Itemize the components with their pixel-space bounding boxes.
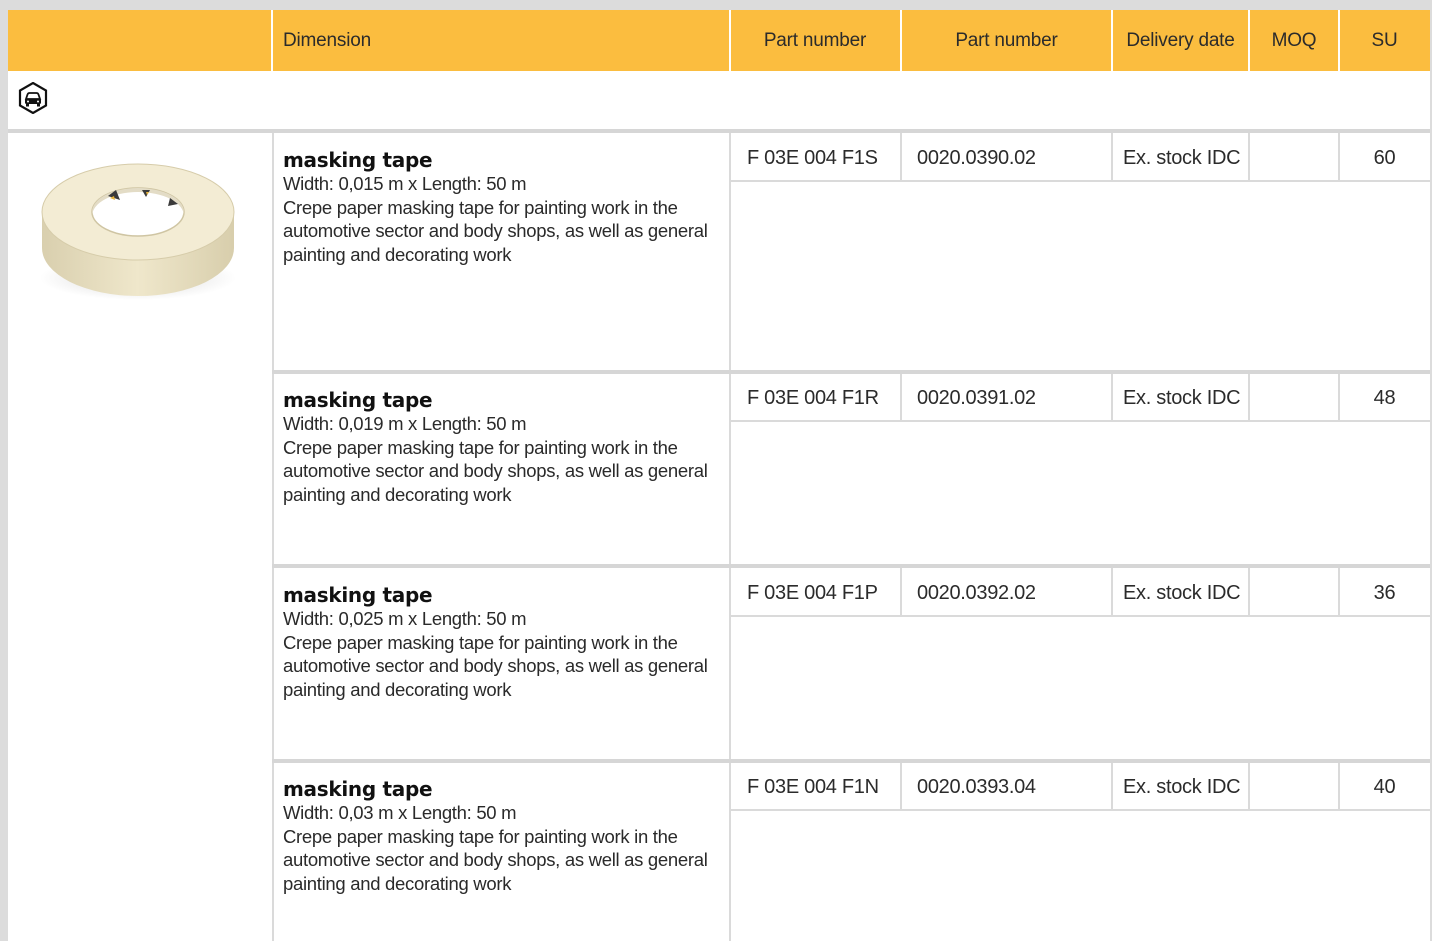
part-number-cell: 0020.0390.02	[917, 146, 1036, 169]
product-description: masking tape Width: 0,025 m x Length: 50…	[283, 583, 723, 701]
row-divider	[8, 129, 1430, 133]
product-details: Crepe paper masking tape for painting wo…	[283, 631, 708, 700]
header-divider	[271, 10, 273, 71]
product-name: masking tape	[283, 777, 433, 801]
su-cell: 60	[1373, 146, 1396, 169]
column-divider	[900, 374, 902, 421]
part-number-cell: 0020.0391.02	[917, 386, 1036, 409]
header-divider	[1248, 10, 1250, 71]
product-description: masking tape Width: 0,015 m x Length: 50…	[283, 148, 723, 266]
moq-cell	[1249, 763, 1339, 811]
column-divider	[1111, 568, 1113, 616]
moq-cell	[1249, 569, 1339, 617]
product-name: masking tape	[283, 388, 433, 412]
product-name: masking tape	[283, 583, 433, 607]
delivery-date-cell: Ex. stock IDC	[1123, 581, 1241, 604]
product-dimension: Width: 0,03 m x Length: 50 m	[283, 802, 517, 823]
header-su: SU	[1371, 29, 1398, 51]
row-divider	[272, 564, 1430, 568]
product-description: masking tape Width: 0,019 m x Length: 50…	[283, 388, 723, 506]
header-moq: MOQ	[1271, 29, 1317, 51]
category-row	[8, 71, 1430, 129]
product-details: Crepe paper masking tape for painting wo…	[283, 196, 708, 265]
column-divider	[729, 133, 731, 941]
delivery-date-cell: Ex. stock IDC	[1123, 146, 1241, 169]
column-divider	[272, 133, 274, 941]
product-description: masking tape Width: 0,03 m x Length: 50 …	[283, 777, 723, 895]
header-divider	[1111, 10, 1113, 71]
column-divider	[1111, 133, 1113, 181]
header-divider	[900, 10, 902, 71]
product-dimension: Width: 0,019 m x Length: 50 m	[283, 413, 527, 434]
header-divider	[729, 10, 731, 71]
part-number-cell: F 03E 004 F1S	[747, 146, 878, 169]
column-divider	[900, 133, 902, 181]
table-header: Dimension Part number Part number Delive…	[8, 10, 1430, 71]
header-delivery-date: Delivery date	[1126, 29, 1235, 51]
car-paint-shield-icon	[18, 82, 48, 114]
delivery-date-cell: Ex. stock IDC	[1123, 775, 1241, 798]
part-number-cell: F 03E 004 F1P	[747, 581, 878, 604]
column-divider	[900, 568, 902, 616]
part-number-cell: F 03E 004 F1N	[747, 775, 879, 798]
column-divider	[900, 763, 902, 810]
su-cell: 48	[1373, 386, 1396, 409]
header-divider	[1338, 10, 1340, 71]
header-part-number-1: Part number	[763, 29, 867, 51]
product-table-sheet: Dimension Part number Part number Delive…	[8, 10, 1430, 941]
su-cell: 36	[1373, 581, 1396, 604]
header-part-number-2: Part number	[955, 29, 1058, 51]
product-dimension: Width: 0,015 m x Length: 50 m	[283, 173, 527, 194]
column-divider	[1111, 374, 1113, 421]
header-dimension: Dimension	[283, 29, 371, 51]
moq-cell	[1249, 374, 1339, 422]
product-dimension: Width: 0,025 m x Length: 50 m	[283, 608, 527, 629]
delivery-date-cell: Ex. stock IDC	[1123, 386, 1241, 409]
product-details: Crepe paper masking tape for painting wo…	[283, 436, 708, 505]
part-number-cell: F 03E 004 F1R	[747, 386, 879, 409]
su-cell: 40	[1373, 775, 1396, 798]
product-details: Crepe paper masking tape for painting wo…	[283, 825, 708, 894]
column-divider	[1111, 763, 1113, 810]
product-name: masking tape	[283, 148, 433, 172]
part-number-cell: 0020.0393.04	[917, 775, 1036, 798]
part-number-cell: 0020.0392.02	[917, 581, 1036, 604]
moq-cell	[1249, 134, 1339, 182]
masking-tape-image	[40, 163, 236, 300]
